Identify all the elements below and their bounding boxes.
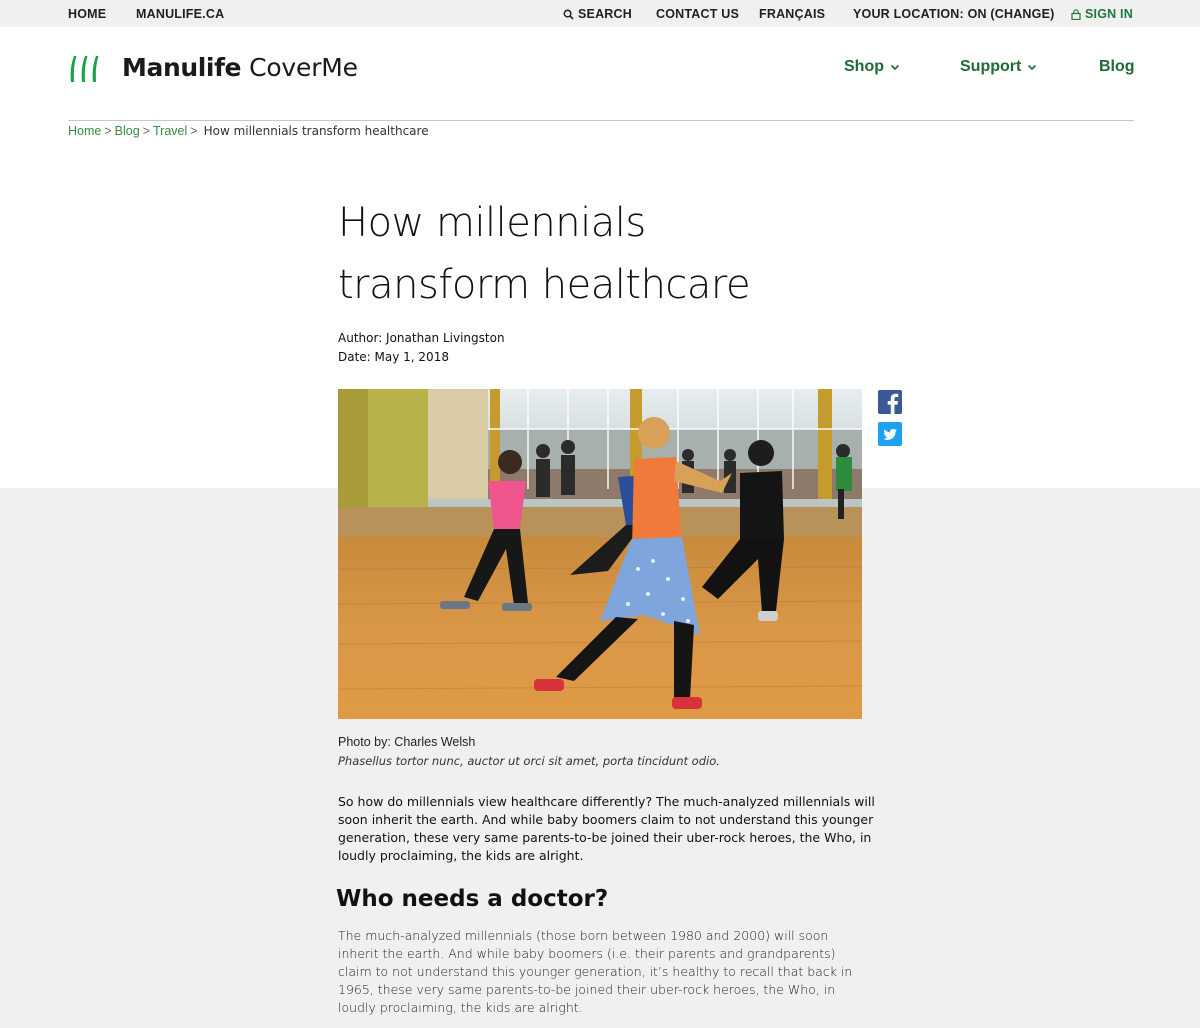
article-author: Author: Jonathan Livingston	[338, 331, 505, 345]
section-body: The much-analyzed millennials (those bor…	[338, 928, 853, 1015]
article-title-line-1: How millennials	[338, 200, 646, 246]
search-icon	[563, 9, 574, 20]
article-title-line-2: transform healthcare	[338, 262, 751, 308]
brand-name: Manulife	[122, 53, 242, 82]
utility-link-contact[interactable]: CONTACT US	[656, 7, 739, 21]
photo-caption: Phasellus tortor nunc, auctor ut orci si…	[338, 754, 720, 768]
nav-shop-menu[interactable]: Shop	[844, 58, 900, 76]
chevron-down-icon	[890, 64, 900, 70]
utility-location-selector[interactable]: YOUR LOCATION: ON (CHANGE)	[853, 7, 1054, 21]
breadcrumb-travel[interactable]: Travel	[153, 124, 187, 138]
header-divider	[68, 120, 1134, 121]
breadcrumb-blog[interactable]: Blog	[115, 124, 140, 138]
utility-link-manulife[interactable]: MANULIFE.CA	[136, 7, 224, 21]
brand-logo[interactable]: Manulife CoverMe	[122, 53, 358, 82]
utility-bar: HOME MANULIFE.CA SEARCH CONTACT US FRANÇ…	[0, 0, 1200, 27]
breadcrumb-separator: >	[190, 124, 198, 138]
hero-image	[338, 389, 862, 719]
article-title: How millennials transform healthcare	[338, 192, 858, 316]
section-heading: Who needs a doctor?	[336, 886, 609, 912]
lock-icon	[1071, 8, 1081, 20]
breadcrumb-separator: >	[142, 124, 150, 138]
utility-search-label: SEARCH	[578, 7, 632, 21]
facebook-icon	[887, 393, 899, 414]
twitter-share-button[interactable]	[878, 422, 902, 446]
facebook-share-button[interactable]	[878, 390, 902, 414]
brand-product: CoverMe	[249, 53, 358, 82]
chevron-down-icon	[1028, 64, 1037, 70]
utility-search-button[interactable]: SEARCH	[563, 7, 632, 21]
utility-link-language[interactable]: FRANÇAIS	[759, 7, 825, 21]
twitter-icon	[883, 428, 897, 440]
manulife-logo-icon[interactable]	[68, 56, 100, 82]
breadcrumb: Home > Blog > Travel > How millennials t…	[68, 124, 429, 138]
article-intro: So how do millennials view healthcare di…	[338, 794, 875, 863]
breadcrumb-home[interactable]: Home	[68, 124, 101, 138]
nav-support-label: Support	[960, 58, 1022, 75]
utility-sign-in-button[interactable]: SIGN IN	[1071, 7, 1133, 21]
nav-support-menu[interactable]: Support	[960, 58, 1037, 76]
article-date: Date: May 1, 2018	[338, 350, 449, 364]
utility-link-home[interactable]: HOME	[68, 7, 106, 21]
breadcrumb-separator: >	[104, 124, 112, 138]
photo-credit: Photo by: Charles Welsh	[338, 735, 476, 749]
nav-blog-link[interactable]: Blog	[1099, 58, 1135, 76]
nav-shop-label: Shop	[844, 58, 884, 75]
breadcrumb-current: How millennials transform healthcare	[203, 124, 429, 138]
utility-sign-in-label: SIGN IN	[1085, 7, 1133, 21]
